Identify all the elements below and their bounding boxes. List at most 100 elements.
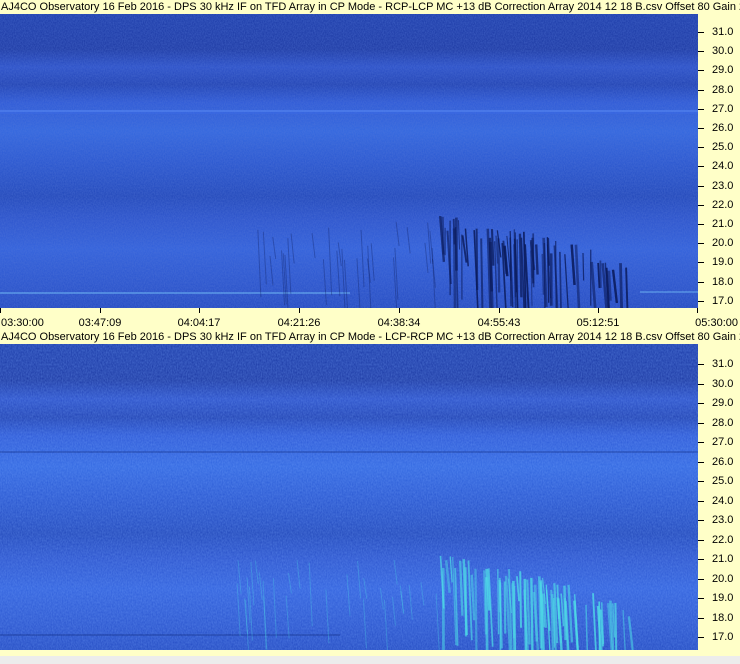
frequency-tick <box>698 147 704 149</box>
frequency-tick <box>698 539 704 541</box>
frequency-tick <box>698 300 704 302</box>
frequency-tick <box>698 243 704 245</box>
panel-title: AJ4CO Observatory 16 Feb 2016 - DPS 30 k… <box>1 330 740 344</box>
time-label: 05:30:00 <box>695 317 738 329</box>
frequency-label: 21.0 <box>712 553 734 565</box>
panel-title: AJ4CO Observatory 16 Feb 2016 - DPS 30 k… <box>1 0 740 14</box>
frequency-axis: 31.0 30.0 29.0 28.0 27.0 26.0 25.0 24.0 23.0 22.0… <box>698 344 740 650</box>
time-tick <box>299 308 300 313</box>
frequency-tick <box>698 500 704 502</box>
spectrogram-image <box>0 344 698 650</box>
frequency-axis: 31.0 30.0 29.0 28.0 27.0 26.0 25.0 24.0 23.0 22.0… <box>698 14 740 308</box>
burst-streak <box>582 252 585 281</box>
frequency-tick <box>698 281 704 283</box>
time-tick <box>100 308 101 313</box>
frequency-label: 27.0 <box>712 436 734 448</box>
time-tick <box>697 308 698 313</box>
burst-streak <box>552 598 556 648</box>
time-label: 03:47:09 <box>78 317 122 329</box>
frequency-label: 18.0 <box>712 275 734 288</box>
frequency-tick <box>698 128 704 129</box>
frequency-label: 25.0 <box>712 141 734 154</box>
frequency-tick <box>698 262 704 264</box>
frequency-label: 27.0 <box>712 102 734 115</box>
burst-streak <box>480 238 484 308</box>
frequency-tick <box>698 383 704 385</box>
frequency-label: 22.0 <box>712 533 734 546</box>
time-tick <box>399 308 400 313</box>
frequency-label: 25.0 <box>712 475 734 487</box>
time-label: 05:12:51 <box>576 317 620 329</box>
burst-streak <box>484 577 489 650</box>
spectrogram-panel-lcp-rcp: AJ4CO Observatory 16 Feb 2016 - DPS 30 k… <box>0 330 740 664</box>
frequency-label: 24.0 <box>712 160 734 173</box>
time-tick <box>598 308 599 313</box>
frequency-tick <box>698 51 704 53</box>
burst-streak <box>597 262 601 289</box>
burst-streak <box>497 568 500 635</box>
status-strip <box>0 656 740 664</box>
frequency-label: 17.0 <box>712 631 734 643</box>
time-label: 04:38:34 <box>377 317 421 329</box>
frequency-label: 23.0 <box>712 179 734 192</box>
frequency-label: 20.0 <box>712 237 734 250</box>
frequency-label: 20.0 <box>712 572 734 585</box>
frequency-label: 22.0 <box>712 198 734 211</box>
frequency-tick <box>698 461 704 463</box>
frequency-tick <box>698 70 704 72</box>
noise-layer <box>0 14 698 308</box>
frequency-tick <box>698 578 704 580</box>
burst-streak <box>523 578 528 650</box>
time-label: 04:04:17 <box>177 317 221 329</box>
frequency-tick <box>698 442 704 443</box>
frequency-label: 26.0 <box>712 455 734 468</box>
frequency-label: 30.0 <box>712 377 734 390</box>
spectrogram-bottom-svg <box>0 344 698 650</box>
time-tick <box>499 308 500 313</box>
frequency-tick <box>698 559 704 560</box>
frequency-label: 29.0 <box>712 397 734 409</box>
frequency-tick <box>698 364 704 365</box>
frequency-tick <box>698 422 704 424</box>
burst-streak <box>537 576 543 649</box>
burst-streak <box>625 267 629 308</box>
frequency-label: 19.0 <box>712 256 734 269</box>
frequency-label: 19.0 <box>712 592 734 604</box>
frequency-tick <box>698 403 704 404</box>
burst-streak <box>619 263 623 308</box>
time-label: 04:21:26 <box>277 317 321 329</box>
frequency-tick <box>698 166 704 168</box>
frequency-tick <box>698 520 704 521</box>
frequency-label: 31.0 <box>712 358 734 370</box>
burst-streak <box>530 577 534 650</box>
frequency-tick <box>698 598 704 599</box>
burst-streak <box>475 228 479 290</box>
spectrogram-image <box>0 14 698 308</box>
frequency-label: 29.0 <box>712 64 734 77</box>
frequency-tick <box>698 637 704 638</box>
burst-streak <box>559 251 562 308</box>
spectrogram-panel-rcp-lcp: AJ4CO Observatory 16 Feb 2016 - DPS 30 k… <box>0 0 740 330</box>
frequency-label: 18.0 <box>712 611 734 624</box>
frequency-label: 23.0 <box>712 514 734 526</box>
time-tick <box>0 308 1 313</box>
frequency-tick <box>698 204 704 206</box>
spectrogram-top-svg <box>0 14 698 308</box>
frequency-label: 30.0 <box>712 45 734 58</box>
time-axis: 03:30:00 03:47:09 04:04:17 04:21:26 04:38:34… <box>0 308 740 330</box>
time-label: 03:30:00 <box>1 317 44 329</box>
burst-streak <box>535 244 539 275</box>
burst-streak <box>474 568 478 650</box>
frequency-label: 28.0 <box>712 83 734 96</box>
frequency-label: 17.0 <box>712 294 734 307</box>
time-label: 04:55:43 <box>477 317 521 329</box>
frequency-label: 26.0 <box>712 122 734 134</box>
frequency-tick <box>698 108 704 110</box>
burst-streak <box>614 602 618 650</box>
frequency-tick <box>698 185 704 187</box>
burst-streak <box>497 238 501 293</box>
frequency-tick <box>698 481 704 482</box>
frequency-label: 28.0 <box>712 416 734 429</box>
frequency-tick <box>698 89 704 91</box>
burst-streak <box>519 571 523 628</box>
